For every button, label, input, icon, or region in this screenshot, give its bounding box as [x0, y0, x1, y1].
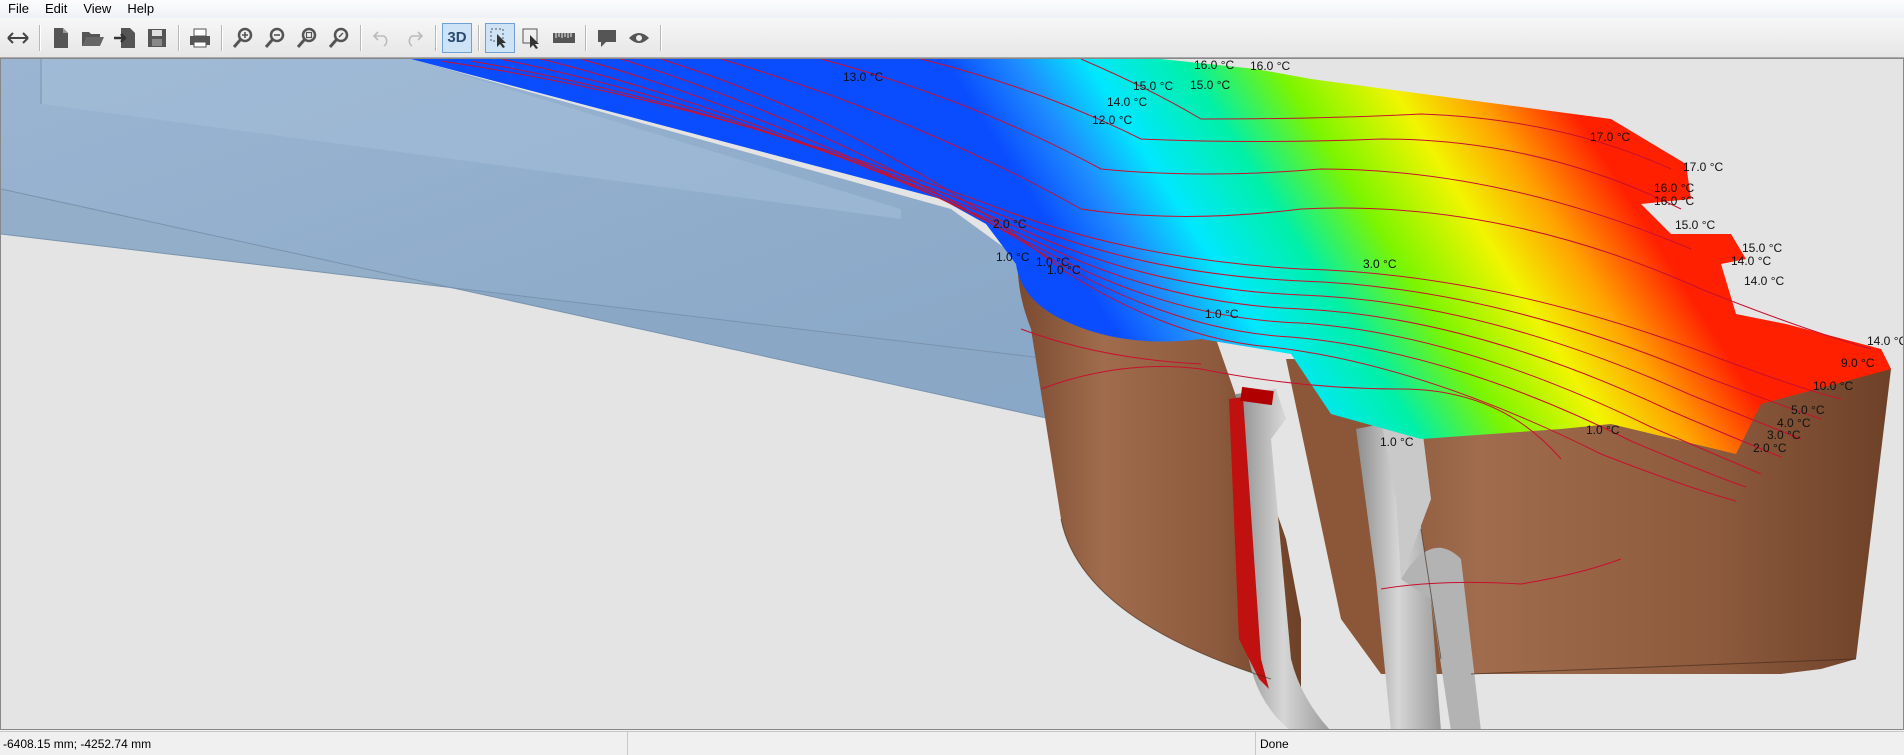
toolbar-separator: [478, 24, 479, 51]
zoom-fit-button[interactable]: [292, 23, 322, 53]
select-region-icon: [522, 28, 539, 49]
printer-icon: [190, 28, 210, 47]
toolbar-separator: [360, 24, 361, 51]
zoom-fit-icon: [296, 27, 317, 48]
zoom-window-icon: [328, 27, 349, 48]
redo-button[interactable]: [399, 23, 429, 53]
double-arrow-icon: [7, 31, 29, 44]
visibility-button[interactable]: [624, 23, 654, 53]
view-3d-button[interactable]: 3D: [442, 22, 472, 53]
toolbar-separator: [585, 24, 586, 51]
select-tool-button[interactable]: [485, 22, 515, 53]
ruler-icon: [553, 32, 575, 43]
thermal-model-scene: [1, 59, 1891, 729]
select-region-button[interactable]: [517, 23, 547, 53]
zoom-window-button[interactable]: [324, 23, 354, 53]
toolbar: 3D: [0, 18, 1904, 58]
status-coordinates: -6408.15 mm; -4252.74 mm: [0, 732, 628, 755]
folder-open-icon: [82, 31, 104, 46]
zoom-out-icon: [264, 27, 285, 48]
toggle-panel-button[interactable]: [3, 23, 33, 53]
measure-button[interactable]: [549, 23, 579, 53]
import-icon: [114, 27, 135, 48]
undo-button[interactable]: [367, 23, 397, 53]
redo-icon: [408, 30, 424, 47]
speech-bubble-icon: [598, 29, 616, 47]
zoom-in-icon: [232, 27, 253, 48]
import-button[interactable]: [110, 23, 140, 53]
toolbar-separator: [221, 24, 222, 51]
zoom-in-button[interactable]: [228, 23, 258, 53]
status-state: Done: [1260, 736, 1289, 751]
menu-bar: File Edit View Help: [0, 0, 1904, 18]
undo-icon: [372, 30, 388, 47]
print-button[interactable]: [185, 23, 215, 53]
new-document-icon: [54, 27, 68, 48]
save-disk-icon: [148, 28, 166, 47]
menu-edit[interactable]: Edit: [37, 0, 75, 18]
eye-icon: [629, 32, 649, 43]
toolbar-separator: [178, 24, 179, 51]
menu-view[interactable]: View: [75, 0, 119, 18]
toolbar-separator: [660, 24, 661, 51]
toolbar-separator: [435, 24, 436, 51]
status-bar: -6408.15 mm; -4252.74 mm Done: [0, 731, 1904, 755]
comment-button[interactable]: [592, 23, 622, 53]
3d-viewport[interactable]: 13.0 °C 16.0 °C 16.0 °C 15.0 °C 15.0 °C …: [0, 58, 1904, 730]
toolbar-separator: [39, 24, 40, 51]
select-cursor-icon: [490, 28, 506, 48]
new-button[interactable]: [46, 23, 76, 53]
status-middle: [628, 732, 1256, 755]
menu-help[interactable]: Help: [119, 0, 162, 18]
menu-file[interactable]: File: [0, 0, 37, 18]
zoom-out-button[interactable]: [260, 23, 290, 53]
save-button[interactable]: [142, 23, 172, 53]
open-button[interactable]: [78, 23, 108, 53]
